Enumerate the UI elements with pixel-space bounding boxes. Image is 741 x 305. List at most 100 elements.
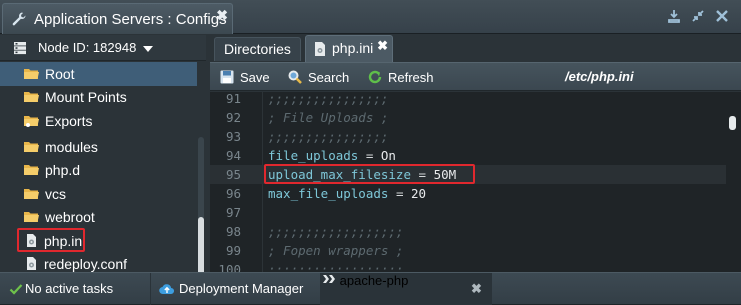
tree-item-vcs[interactable]: vcs	[0, 182, 197, 206]
line-code: ; Fopen wrappers ;	[268, 243, 404, 258]
tab-directories[interactable]: Directories	[214, 37, 301, 61]
cloud-upload-icon	[159, 284, 175, 295]
php-ini-highlight-box	[17, 228, 85, 252]
tree-item-mount-points[interactable]: Mount Points	[0, 85, 197, 109]
check-icon	[9, 284, 23, 295]
line-number: 95	[225, 167, 241, 182]
refresh-label: Refresh	[388, 70, 434, 85]
server-icon	[14, 42, 26, 55]
tree-item-label: vcs	[45, 186, 66, 202]
environment-icon	[323, 275, 335, 283]
collapse-icon[interactable]	[690, 9, 706, 25]
tasks-label: No active tasks	[25, 281, 114, 296]
close-icon[interactable]: ✖	[471, 281, 482, 297]
tree-item-label: Root	[45, 66, 75, 82]
file-path: /etc/php.ini	[565, 69, 634, 84]
chevron-down-icon	[143, 46, 153, 52]
status-bar: No active tasks Deployment Manager apach…	[0, 272, 741, 305]
line-number: 91	[225, 92, 241, 106]
app-window: Application Servers : Configs ✖ Node ID:…	[0, 0, 741, 305]
search-icon	[288, 70, 302, 84]
window-title: Application Servers : Configs	[34, 11, 227, 28]
deployment-label: Deployment Manager	[179, 281, 304, 296]
shared-folder-icon	[24, 116, 39, 127]
folder-icon	[24, 212, 39, 222]
folder-icon	[24, 92, 39, 102]
tree-item-php-d[interactable]: php.d	[0, 158, 197, 182]
code-line[interactable]: 92 ; File Uploads ;	[210, 108, 726, 127]
setting-key: file_uploads	[268, 148, 359, 163]
deployment-manager-button[interactable]: Deployment Manager	[151, 273, 319, 305]
refresh-button[interactable]: Refresh	[368, 69, 448, 87]
setting-equals: =	[388, 186, 411, 201]
config-file-icon	[315, 42, 325, 56]
tree-item-label: webroot	[45, 209, 95, 225]
tasks-status[interactable]: No active tasks	[0, 273, 150, 305]
tab-php-ini[interactable]: php.ini ✖	[305, 35, 393, 62]
env-label: apache-php	[339, 273, 409, 288]
line-number: 93	[225, 129, 241, 144]
close-window-icon[interactable]	[714, 9, 730, 25]
line-code: ;;;;;;;;;;;;;;;;;;	[268, 224, 404, 239]
editor-panel: Directories php.ini ✖ Save Search Refres…	[210, 35, 741, 272]
tree-item-exports[interactable]: Exports	[0, 109, 197, 133]
folder-icon	[24, 142, 39, 152]
line-number: 97	[225, 205, 241, 220]
line-code: ;;;;;;;;;;;;;;;;	[268, 129, 389, 144]
node-selector[interactable]: Node ID: 182948	[0, 35, 206, 61]
download-icon[interactable]	[666, 9, 682, 25]
folder-icon	[24, 165, 39, 175]
code-line[interactable]: 91;;;;;;;;;;;;;;;;	[210, 92, 726, 108]
line-code: ;;;;;;;;;;;;;;;;	[268, 92, 389, 106]
close-icon[interactable]: ✖	[216, 7, 228, 24]
title-bar: Application Servers : Configs ✖	[0, 0, 741, 34]
save-label: Save	[240, 70, 270, 85]
setting-value: On	[380, 148, 396, 163]
wrench-icon	[12, 12, 26, 26]
line-code: max_file_uploads = 20	[268, 186, 426, 201]
setting-key: max_file_uploads	[268, 186, 389, 201]
tree-item-webroot[interactable]: webroot	[0, 205, 197, 229]
editor-scrollbar[interactable]	[728, 92, 738, 272]
folder-icon	[24, 69, 39, 79]
code-line[interactable]: 96 max_file_uploads = 20	[210, 184, 726, 203]
code-line[interactable]: 99 ; Fopen wrappers ;	[210, 241, 726, 260]
env-tab[interactable]: apache-php	[320, 273, 492, 305]
window-tab[interactable]: Application Servers : Configs ✖	[2, 3, 233, 34]
code-line[interactable]: 97	[210, 203, 726, 222]
tree-item-label: redeploy.conf	[44, 256, 128, 272]
line-number: 98	[225, 224, 241, 239]
tab-bar: Directories php.ini ✖	[210, 35, 741, 62]
config-file-icon	[27, 257, 36, 270]
line-number: 94	[225, 148, 241, 163]
tree-item-label: php.d	[45, 162, 81, 178]
code-line[interactable]: 98;;;;;;;;;;;;;;;;;;	[210, 222, 726, 241]
setting-equals: =	[358, 148, 381, 163]
close-icon[interactable]: ✖	[377, 38, 388, 54]
code-line[interactable]: 93;;;;;;;;;;;;;;;;	[210, 127, 726, 146]
line-number: 99	[225, 243, 241, 258]
line-code: ;;;;;;;;;;;;;;;;;;	[268, 262, 404, 272]
line-number: 92	[225, 110, 241, 125]
folder-icon	[24, 189, 39, 199]
scrollbar-thumb[interactable]	[729, 116, 736, 130]
upload-max-filesize-highlight-box	[264, 164, 475, 184]
setting-value: 20	[411, 186, 427, 201]
editor-toolbar: Save Search Refresh /etc/php.ini	[210, 62, 741, 91]
line-number: 96	[225, 186, 241, 201]
tree-item-redeploy-conf[interactable]: redeploy.conf	[0, 252, 197, 272]
save-button[interactable]: Save	[220, 69, 280, 87]
tree-item-label: Exports	[45, 113, 93, 129]
code-line[interactable]: 100;;;;;;;;;;;;;;;;;;	[210, 260, 726, 272]
sidebar: Node ID: 182948 Root Mount Points Export…	[0, 35, 206, 302]
code-line[interactable]: 94 file_uploads = On	[210, 146, 726, 165]
node-id-label: Node ID: 182948	[38, 40, 137, 55]
save-icon	[220, 70, 234, 84]
tree-item-modules[interactable]: modules	[0, 135, 197, 159]
refresh-icon	[368, 70, 382, 84]
tab-label: Directories	[224, 41, 291, 57]
tree-item-root[interactable]: Root	[0, 62, 197, 86]
search-button[interactable]: Search	[288, 69, 356, 87]
line-code: ; File Uploads ;	[268, 110, 389, 125]
tab-label: php.ini	[332, 40, 374, 56]
